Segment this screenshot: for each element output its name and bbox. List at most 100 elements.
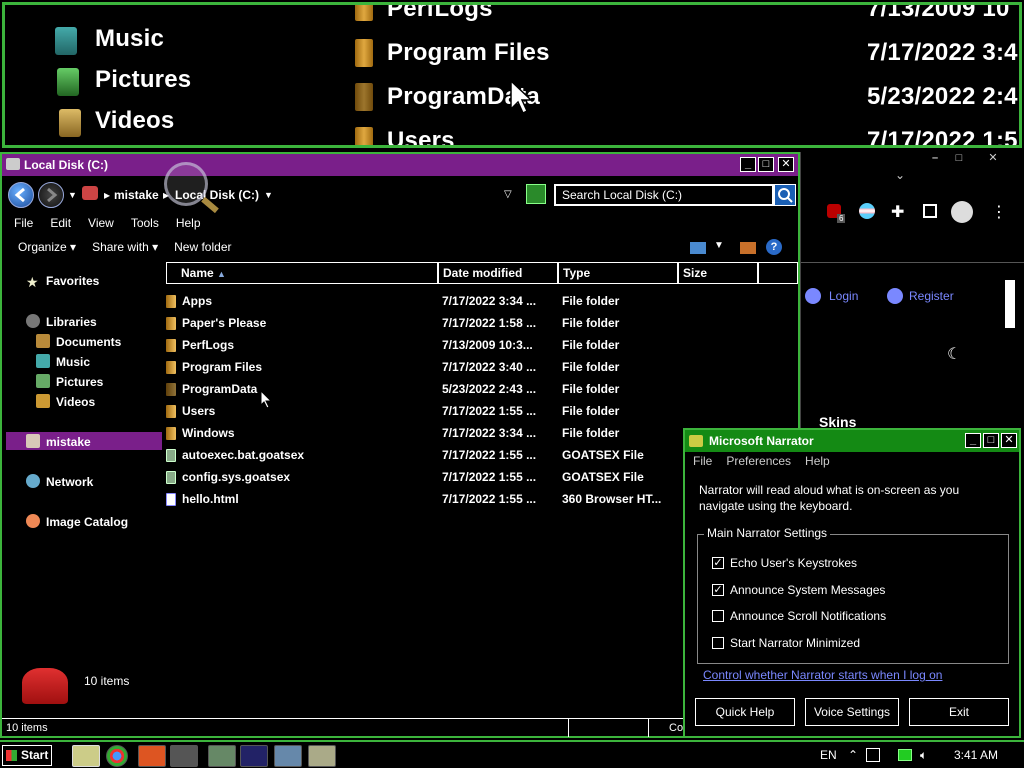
taskbar-computer-icon[interactable] [274, 745, 302, 767]
narrator-minimize-button[interactable]: _ [965, 433, 981, 448]
share-with-button[interactable]: Share with ▾ [92, 240, 158, 254]
refresh-icon[interactable] [526, 184, 546, 204]
menu-tools[interactable]: Tools [131, 216, 159, 230]
taskbar-network-icon[interactable] [308, 745, 336, 767]
breadcrumb-mistake[interactable]: mistake [114, 188, 159, 202]
start-minimized-checkbox[interactable] [712, 637, 724, 649]
register-link[interactable]: Register [909, 289, 954, 303]
volume-icon[interactable]: 🔈︎ [920, 748, 927, 763]
view-icon[interactable] [690, 242, 706, 254]
browser-close-button[interactable]: ✕ [985, 152, 1001, 167]
scrollbar-thumb[interactable] [1005, 280, 1015, 328]
login-link[interactable]: Login [829, 289, 858, 303]
taskbar-monitor-icon[interactable] [208, 745, 236, 767]
forward-button[interactable] [38, 182, 64, 208]
nav-pictures[interactable]: Pictures [36, 374, 103, 389]
explorer-titlebar[interactable]: Local Disk (C:) _ □ ✕ [2, 154, 798, 176]
back-button[interactable] [8, 182, 34, 208]
menu-view[interactable]: View [88, 216, 114, 230]
sidebar-icon[interactable] [923, 204, 937, 218]
exit-button[interactable]: Exit [909, 698, 1009, 726]
quick-help-button[interactable]: Quick Help [695, 698, 795, 726]
nav-user[interactable]: mistake [26, 434, 91, 449]
magnifier-view: Music Pictures Videos PerfLogs 7/13/2009… [2, 2, 1022, 148]
close-button[interactable]: ✕ [778, 157, 794, 172]
menu-icon[interactable]: ⋮ [991, 202, 1007, 222]
minimize-button[interactable]: _ [740, 157, 756, 172]
file-icon [166, 449, 176, 462]
announce-scroll-label[interactable]: Announce Scroll Notifications [730, 609, 886, 623]
announce-system-label[interactable]: Announce System Messages [730, 583, 885, 597]
battery-icon[interactable] [898, 749, 912, 761]
tray-expand-icon[interactable]: ⌃ [848, 748, 858, 762]
nav-libraries[interactable]: Libraries [26, 314, 97, 329]
announce-system-checkbox[interactable]: ✓ [712, 584, 724, 596]
column-type[interactable]: Type [558, 262, 678, 284]
breadcrumb-separator-icon[interactable]: ▸ [104, 188, 110, 202]
search-button[interactable] [774, 184, 796, 206]
mag-perflogs: PerfLogs [387, 2, 493, 22]
column-extra[interactable] [758, 262, 798, 284]
help-icon[interactable]: ? [766, 239, 782, 255]
maximize-button[interactable]: □ [758, 157, 774, 172]
new-folder-button[interactable]: New folder [174, 240, 231, 254]
nav-image-catalog[interactable]: Image Catalog [26, 514, 128, 529]
menu-edit[interactable]: Edit [50, 216, 71, 230]
taskbar-explorer-icon[interactable] [72, 745, 100, 767]
pictures-icon [36, 374, 50, 388]
nav-videos[interactable]: Videos [36, 394, 95, 409]
status-bar: 10 items Cor [2, 718, 798, 738]
menu-help[interactable]: Help [176, 216, 201, 230]
language-indicator[interactable]: EN [820, 748, 837, 762]
tray-app-icon[interactable] [866, 748, 880, 762]
view-dropdown-icon[interactable]: ▼ [714, 240, 724, 251]
clock[interactable]: 3:41 AM [954, 748, 998, 762]
browser-minimize-button[interactable]: – [927, 152, 943, 167]
echo-keystrokes-label[interactable]: Echo User's Keystrokes [730, 556, 857, 570]
file-date: 7/17/2022 1:55 ... [442, 492, 537, 506]
nav-network[interactable]: Network [26, 474, 93, 489]
column-date[interactable]: Date modified [438, 262, 558, 284]
nav-documents[interactable]: Documents [36, 334, 121, 349]
narrator-menu-help[interactable]: Help [805, 454, 830, 468]
taskbar-app-icon[interactable] [170, 745, 198, 767]
narrator-titlebar[interactable]: Microsoft Narrator _ □ ✕ [685, 430, 1019, 452]
extensions-icon[interactable]: ✚ [891, 202, 904, 222]
start-minimized-label[interactable]: Start Narrator Minimized [730, 636, 860, 650]
taskbar-chrome-icon[interactable] [106, 745, 128, 767]
narrator-menu-file[interactable]: File [693, 454, 712, 468]
mag-videos: Videos [95, 107, 175, 134]
search-input[interactable]: Search Local Disk (C:) [554, 184, 774, 206]
start-button[interactable]: Start [2, 745, 52, 766]
echo-keystrokes-checkbox[interactable]: ✓ [712, 557, 724, 569]
folder-icon [355, 127, 373, 145]
history-dropdown-icon[interactable]: ▼ [68, 190, 77, 200]
profile-icon[interactable] [951, 201, 973, 223]
divider [801, 262, 1024, 263]
mag-program-files: Program Files [387, 39, 550, 66]
address-bar: ▼ ▸ mistake ▸ Local Disk (C:) ▼ ▽ Search… [6, 162, 796, 214]
narrator-maximize-button[interactable]: □ [983, 433, 999, 448]
taskbar-app2-icon[interactable] [240, 745, 268, 767]
nav-music[interactable]: Music [36, 354, 90, 369]
dark-mode-icon[interactable]: ☾ [947, 344, 961, 364]
breadcrumb-dropdown-icon[interactable]: ▼ [264, 190, 273, 200]
voice-settings-button[interactable]: Voice Settings [805, 698, 899, 726]
preview-pane-icon[interactable] [740, 242, 756, 254]
column-name[interactable]: Name ▲ [166, 262, 438, 284]
narrator-menu-bar: File Preferences Help [693, 454, 830, 468]
menu-file[interactable]: File [14, 216, 33, 230]
taskbar-brave-icon[interactable] [138, 745, 166, 767]
startup-link[interactable]: Control whether Narrator starts when I l… [703, 668, 942, 682]
extension-flag-icon[interactable] [859, 203, 875, 219]
browser-maximize-button[interactable]: □ [951, 152, 967, 167]
tab-list-icon[interactable]: ⌄ [895, 168, 905, 182]
file-type: File folder [562, 294, 620, 308]
column-size[interactable]: Size [678, 262, 758, 284]
narrator-menu-preferences[interactable]: Preferences [726, 454, 791, 468]
narrator-close-button[interactable]: ✕ [1001, 433, 1017, 448]
address-dropdown-icon[interactable]: ▽ [504, 189, 512, 200]
announce-scroll-checkbox[interactable] [712, 610, 724, 622]
nav-favorites[interactable]: ★ Favorites [26, 274, 99, 290]
organize-button[interactable]: Organize ▾ [18, 240, 76, 254]
